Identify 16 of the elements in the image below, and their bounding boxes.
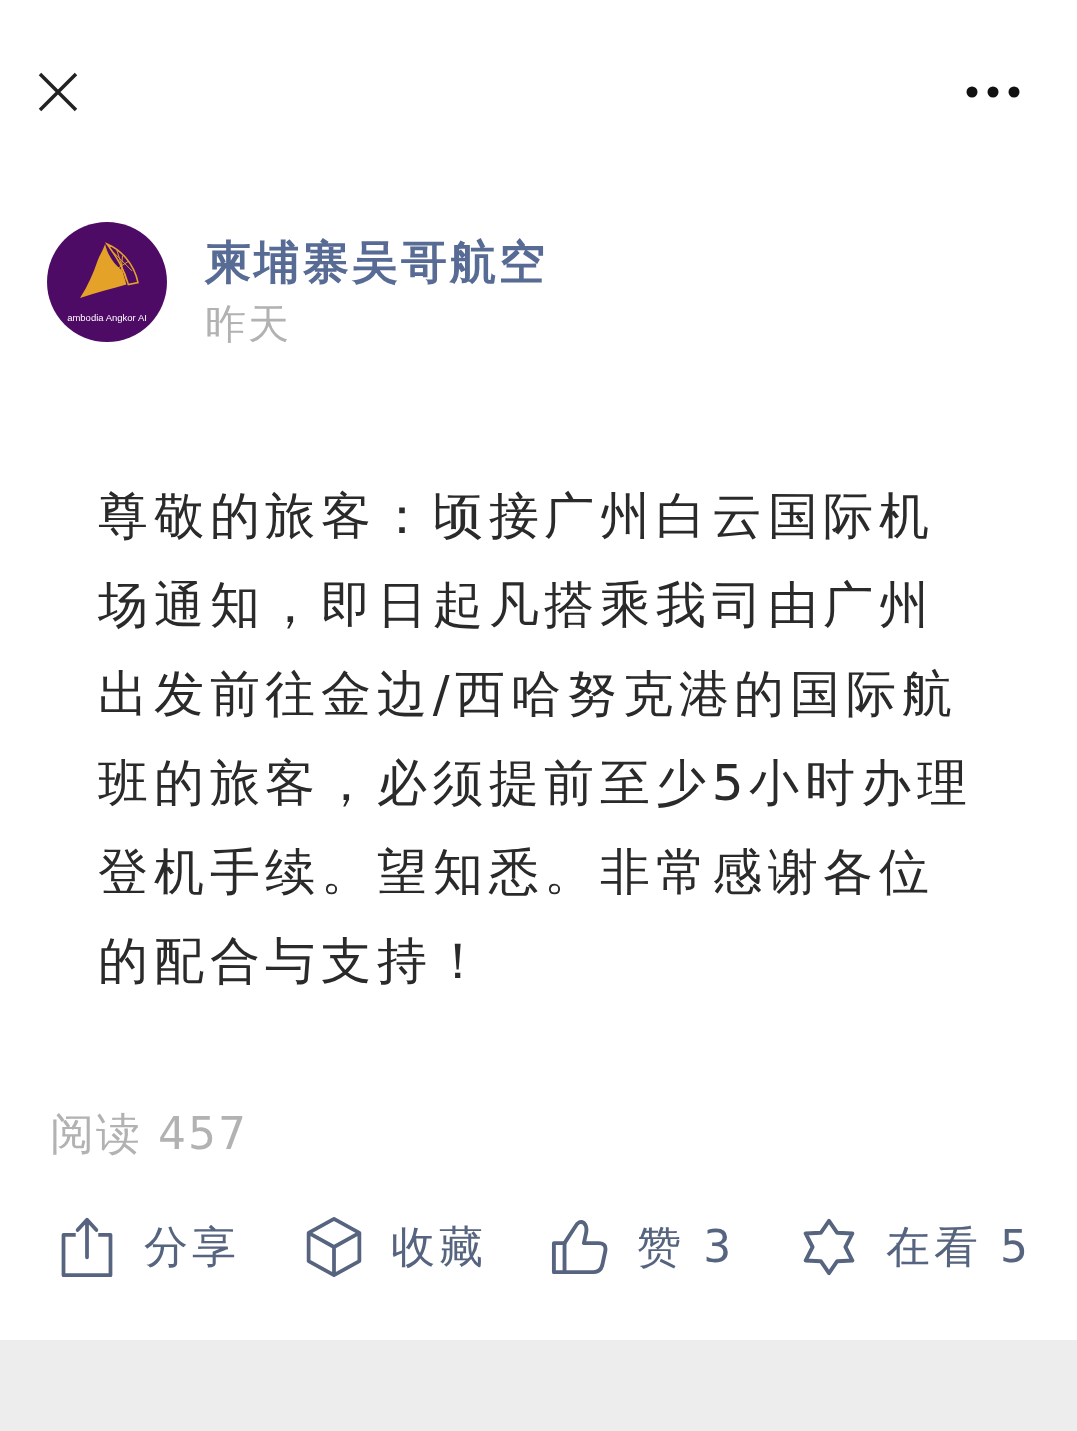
account-avatar[interactable]: ambodia Angkor AI [47, 222, 167, 342]
article-text: 尊敬的旅客：顷接广州白云国际机场通知，即日起凡搭乘我司由广州出发前往金边/西哈努克港的国际航班的旅客，必须提前至少5小时办理登机手续。望知悉。非常感谢各位的配合与支持！ [98, 486, 974, 992]
close-icon [38, 72, 78, 112]
logo-text: ambodia Angkor AI [67, 312, 147, 324]
cube-icon [304, 1216, 363, 1278]
like-button[interactable]: 赞 3 [551, 1212, 736, 1282]
watching-button[interactable]: 在看 5 [800, 1212, 1032, 1282]
close-button[interactable] [38, 72, 78, 112]
account-name[interactable]: 柬埔寨吴哥航空 [205, 234, 548, 290]
collect-button[interactable]: 收藏 [304, 1212, 487, 1282]
post-time: 昨天 [205, 299, 292, 350]
more-icon [966, 86, 1020, 98]
read-count: 阅读 457 [50, 1107, 248, 1161]
more-button[interactable] [966, 86, 1020, 98]
temple-logo-icon [78, 242, 140, 300]
share-button[interactable]: 分享 [58, 1212, 240, 1282]
